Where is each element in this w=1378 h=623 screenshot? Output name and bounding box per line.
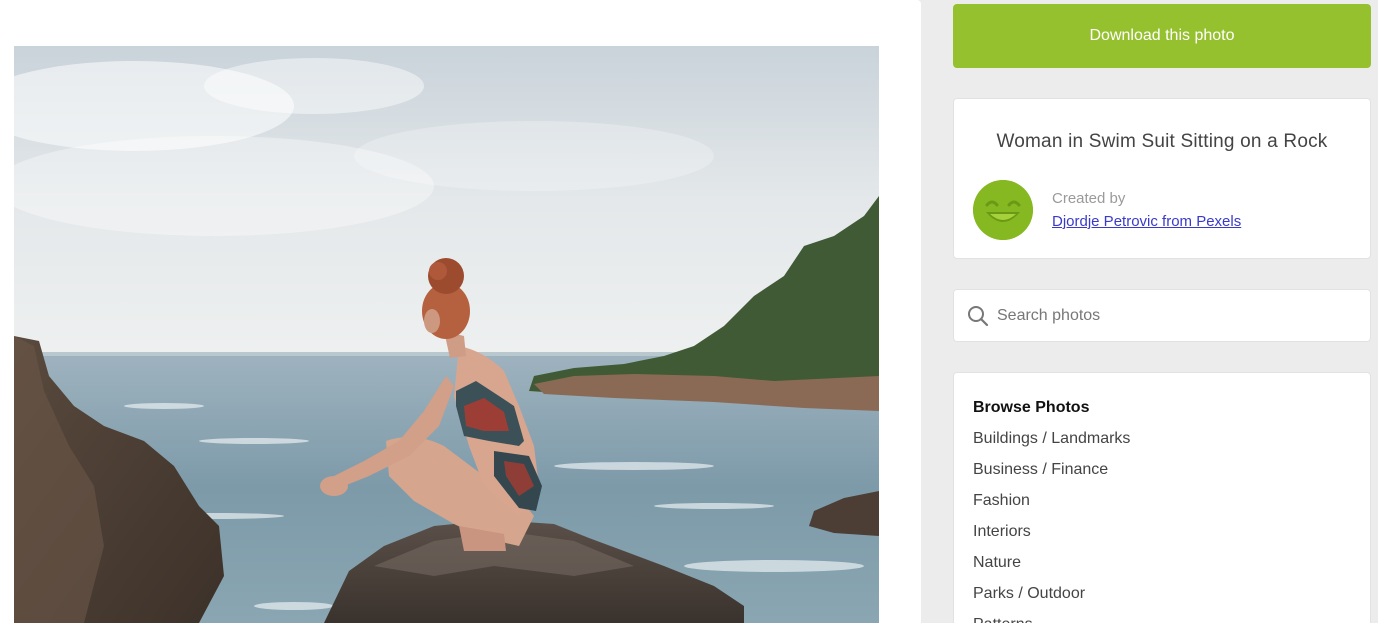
- search-box: [953, 289, 1371, 342]
- main-photo[interactable]: [14, 46, 879, 623]
- photo-info-card: Woman in Swim Suit Sitting on a Rock Cre…: [953, 98, 1371, 259]
- browse-category-item[interactable]: Fashion: [973, 491, 1130, 522]
- browse-category-list: Buildings / Landmarks Business / Finance…: [973, 429, 1130, 623]
- browse-category-item[interactable]: Business / Finance: [973, 460, 1130, 491]
- photo-title: Woman in Swim Suit Sitting on a Rock: [996, 131, 1328, 152]
- browse-photos-card: Browse Photos Buildings / Landmarks Busi…: [953, 372, 1371, 623]
- smiley-avatar-icon: [973, 180, 1033, 240]
- page: Download this photo Woman in Swim Suit S…: [0, 0, 1378, 623]
- created-by-label: Created by: [1052, 190, 1126, 207]
- browse-category-item[interactable]: Patterns: [973, 615, 1130, 623]
- photo-panel: [0, 0, 921, 623]
- browse-title: Browse Photos: [973, 399, 1090, 416]
- download-button[interactable]: Download this photo: [953, 4, 1371, 68]
- browse-category-item[interactable]: Buildings / Landmarks: [973, 429, 1130, 460]
- author-link[interactable]: Djordje Petrovic from Pexels: [1052, 213, 1241, 230]
- search-input[interactable]: [997, 298, 1357, 334]
- browse-category-item[interactable]: Parks / Outdoor: [973, 584, 1130, 615]
- browse-category-item[interactable]: Interiors: [973, 522, 1130, 553]
- browse-category-item[interactable]: Nature: [973, 553, 1130, 584]
- search-icon[interactable]: [967, 305, 989, 327]
